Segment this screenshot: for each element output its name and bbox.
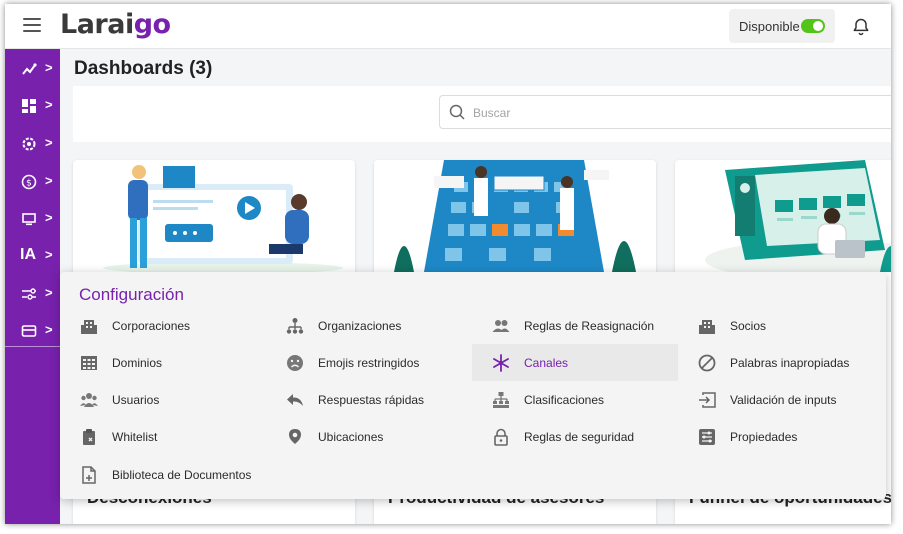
menu-item-socios[interactable]: Socios <box>678 307 884 344</box>
people-icon <box>492 320 510 332</box>
chevron-right-icon: > <box>45 247 53 262</box>
status-label: Disponible <box>739 19 800 34</box>
users-group-icon <box>80 393 98 407</box>
menu-item-validacion-inputs[interactable]: Validación de inputs <box>678 381 884 418</box>
availability-status: Disponible <box>729 9 835 43</box>
app-logo[interactable]: Laraigo <box>60 9 171 40</box>
block-icon <box>698 354 716 372</box>
monitor-icon <box>22 213 36 226</box>
chevron-right-icon: > <box>45 97 53 112</box>
clipboard-icon <box>83 429 95 445</box>
search-icon <box>449 104 465 120</box>
logo-text: Laraigo <box>60 9 171 40</box>
availability-toggle[interactable] <box>801 19 825 33</box>
analytics-icon <box>22 63 37 75</box>
reply-icon <box>287 394 303 406</box>
menu-item-label: Corporaciones <box>112 319 191 333</box>
dashboard-grid-icon <box>22 99 36 113</box>
search-input[interactable] <box>473 103 873 123</box>
payment-card-icon <box>21 325 37 337</box>
menu-item-whitelist[interactable]: Whitelist <box>60 418 266 455</box>
menu-item-label: Organizaciones <box>318 319 402 333</box>
sidebar-item-analytics[interactable]: > <box>5 54 60 84</box>
app-window: Laraigo Disponible > > > $ > > IA > > > … <box>5 4 891 524</box>
location-pin-icon <box>289 429 301 444</box>
grid-table-icon <box>81 356 97 370</box>
menu-item-label: Ubicaciones <box>318 430 384 444</box>
menu-item-palabras-inapropiadas[interactable]: Palabras inapropiadas <box>678 344 884 381</box>
building-icon <box>81 320 97 334</box>
document-add-icon <box>82 466 96 484</box>
menu-item-label: Emojis restringidos <box>318 356 420 370</box>
menu-item-label: Validación de inputs <box>730 393 837 407</box>
notification-bell-icon[interactable] <box>851 17 871 37</box>
chevron-right-icon: > <box>45 173 53 188</box>
top-header: Laraigo Disponible <box>5 4 891 49</box>
menu-item-canales[interactable]: Canales <box>472 344 678 381</box>
menu-item-clasificaciones[interactable]: Clasificaciones <box>472 381 678 418</box>
page-title: Dashboards (3) <box>74 58 213 79</box>
dashboard-illustration-video <box>103 165 343 272</box>
sidebar-item-dashboards[interactable]: > <box>5 91 60 121</box>
svg-text:$: $ <box>26 179 32 189</box>
menu-item-usuarios[interactable]: Usuarios <box>60 381 266 418</box>
sad-face-icon <box>287 355 303 371</box>
sliders-icon <box>699 429 715 445</box>
hierarchy-icon <box>493 392 509 408</box>
menu-item-label: Socios <box>730 319 767 333</box>
sidebar: > > > $ > > IA > > > <box>5 49 60 524</box>
menu-item-label: Usuarios <box>112 393 160 407</box>
sidebar-item-settings[interactable]: > <box>5 129 60 159</box>
dashboard-illustration-analytics <box>705 160 891 272</box>
menu-item-label: Palabras inapropiadas <box>730 356 850 370</box>
asterisk-icon <box>493 354 509 372</box>
menu-item-label: Biblioteca de Documentos <box>112 468 252 482</box>
menu-item-label: Canales <box>524 356 569 370</box>
search-field[interactable] <box>439 95 891 129</box>
menu-item-biblioteca-documentos[interactable]: Biblioteca de Documentos <box>60 456 266 493</box>
menu-item-label: Dominios <box>112 356 163 370</box>
menu-title: Configuración <box>79 285 184 304</box>
chevron-right-icon: > <box>45 135 53 150</box>
menu-item-reglas-seguridad[interactable]: Reglas de seguridad <box>472 418 678 455</box>
menu-item-label: Clasificaciones <box>524 393 605 407</box>
lock-icon <box>494 428 508 446</box>
menu-item-respuestas-rapidas[interactable]: Respuestas rápidas <box>266 381 472 418</box>
settings-gear-icon <box>22 137 36 151</box>
menu-item-dominios[interactable]: Dominios <box>60 344 266 381</box>
dashboard-illustration-calendar <box>394 160 636 272</box>
chevron-right-icon: > <box>45 322 53 337</box>
menu-item-label: Reglas de seguridad <box>524 430 635 444</box>
building-icon <box>699 320 715 334</box>
search-panel <box>73 86 891 142</box>
chevron-right-icon: > <box>45 285 53 300</box>
chevron-right-icon: > <box>45 210 53 225</box>
menu-item-label: Whitelist <box>112 430 158 444</box>
input-icon <box>699 392 716 408</box>
menu-item-label: Reglas de Reasignación <box>524 319 655 333</box>
chevron-right-icon: > <box>45 60 53 75</box>
menu-item-label: Propiedades <box>730 430 798 444</box>
logo-accent: go <box>133 9 171 40</box>
sidebar-item-monitor[interactable]: > <box>5 204 60 234</box>
sidebar-divider <box>5 346 60 347</box>
menu-item-corporaciones[interactable]: Corporaciones <box>60 307 266 344</box>
sidebar-item-configuration[interactable]: > <box>5 279 60 309</box>
configuration-menu: Configuración Corporaciones Organizacion… <box>60 272 886 499</box>
ia-icon: IA <box>20 246 36 263</box>
menu-item-organizaciones[interactable]: Organizaciones <box>266 307 472 344</box>
configuration-sliders-icon <box>22 288 36 300</box>
sidebar-item-ia[interactable]: IA > <box>5 241 60 271</box>
billing-icon: $ <box>21 174 37 190</box>
menu-item-label: Respuestas rápidas <box>318 393 425 407</box>
sidebar-item-payments[interactable]: > <box>5 316 60 346</box>
menu-item-emojis-restringidos[interactable]: Emojis restringidos <box>266 344 472 381</box>
menu-item-propiedades[interactable]: Propiedades <box>678 418 884 455</box>
hamburger-menu-icon[interactable] <box>23 18 41 32</box>
menu-item-ubicaciones[interactable]: Ubicaciones <box>266 418 472 455</box>
org-chart-icon <box>286 318 304 334</box>
sidebar-item-billing[interactable]: $ > <box>5 167 60 197</box>
menu-item-reglas-reasignacion[interactable]: Reglas de Reasignación <box>472 307 678 344</box>
